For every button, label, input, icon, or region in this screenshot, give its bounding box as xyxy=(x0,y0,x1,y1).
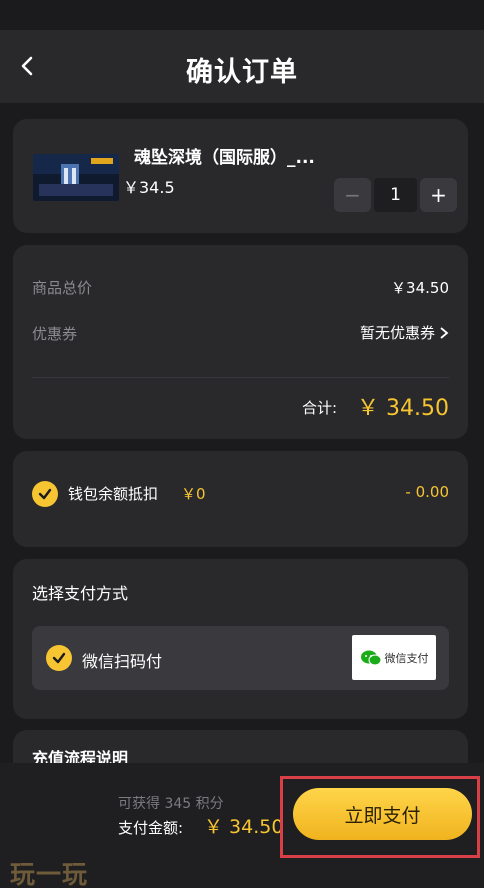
checkmark-icon xyxy=(52,652,66,664)
coupon-selector[interactable]: 暂无优惠券 xyxy=(360,322,449,343)
wallet-deduction: - 0.00 xyxy=(405,483,449,501)
watermark-logo: 玩一玩 xyxy=(10,860,89,888)
coupon-value: 暂无优惠券 xyxy=(359,324,435,342)
points-earned: 可获得 345 积分 xyxy=(118,796,224,812)
pay-amount-label: 支付金额: xyxy=(118,819,184,837)
product-name: 魂坠深境（国际服）_... xyxy=(134,148,315,168)
quantity-value[interactable]: 1 xyxy=(374,178,417,212)
wechat-pay-badge-text: 微信支付 xyxy=(384,651,429,665)
product-card: 魂坠深境（国际服）_... ￥34.5 − 1 + xyxy=(13,119,468,233)
wechat-pay-option[interactable]: 微信扫码付 微信支付 xyxy=(32,626,449,690)
payment-method-card: 选择支付方式 微信扫码付 微信支付 xyxy=(13,559,468,719)
checkmark-icon xyxy=(38,488,52,500)
wechat-icon xyxy=(360,650,381,665)
product-price: ￥34.5 xyxy=(123,178,175,197)
price-summary-card: 商品总价 ￥34.50 优惠券 暂无优惠券 合计: ￥ 34.50 xyxy=(13,245,468,439)
wechat-pay-logo: 微信支付 xyxy=(352,635,436,680)
total-value: ￥ 34.50 xyxy=(357,396,449,421)
wechat-pay-label: 微信扫码付 xyxy=(82,652,163,671)
chevron-right-icon xyxy=(440,326,449,339)
subtotal-value: ￥34.50 xyxy=(391,279,449,297)
coupon-label: 优惠券 xyxy=(32,325,78,343)
checkout-footer: 可获得 345 积分 支付金额: ￥ 34.50 立即支付 玩一玩 xyxy=(0,763,484,888)
wallet-card: 钱包余额抵扣 ￥0 - 0.00 xyxy=(13,451,468,547)
page-title: 确认订单 xyxy=(186,57,298,88)
decrease-quantity-button[interactable]: − xyxy=(334,178,371,212)
status-bar-area xyxy=(0,0,484,30)
total-label: 合计: xyxy=(301,399,337,417)
wallet-balance: ￥0 xyxy=(181,485,206,503)
product-thumbnail xyxy=(33,154,119,201)
page-header: 确认订单 xyxy=(0,30,484,103)
increase-quantity-button[interactable]: + xyxy=(420,178,457,212)
wallet-label: 钱包余额抵扣 xyxy=(68,485,159,503)
wallet-checkbox[interactable] xyxy=(32,481,58,507)
wechat-pay-radio[interactable] xyxy=(46,645,72,671)
pay-amount-value: ￥ 34.50 xyxy=(204,816,284,838)
subtotal-label: 商品总价 xyxy=(32,279,93,297)
payment-method-title: 选择支付方式 xyxy=(32,584,129,603)
pay-now-button[interactable]: 立即支付 xyxy=(293,788,472,840)
quantity-stepper: − 1 + xyxy=(334,178,457,212)
divider xyxy=(32,377,449,378)
